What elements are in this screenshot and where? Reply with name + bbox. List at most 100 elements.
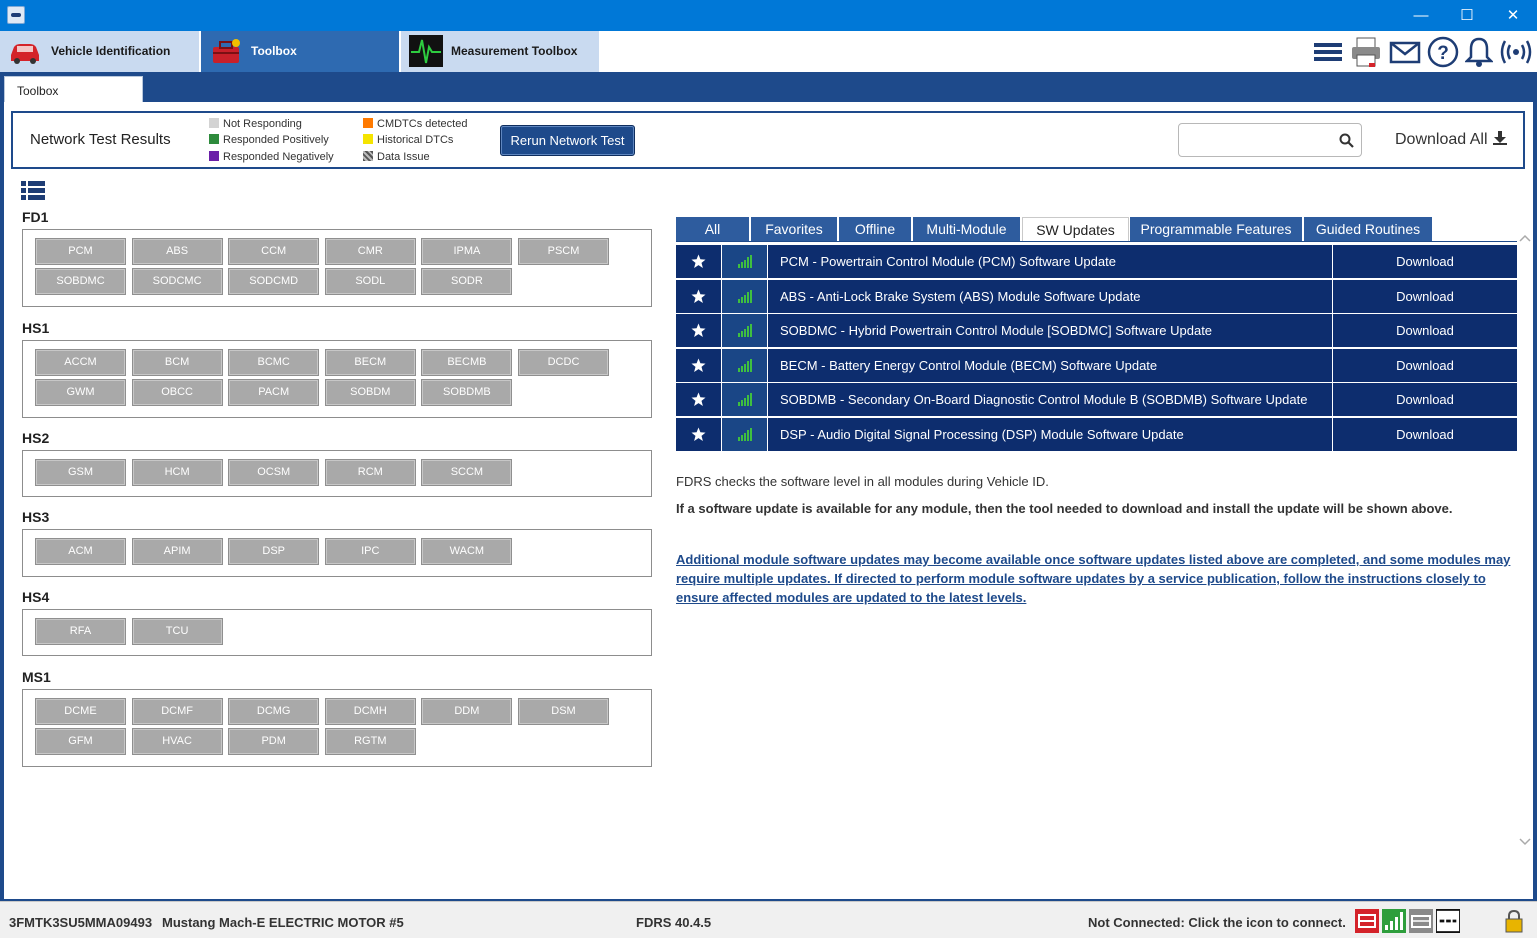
module-button-acm[interactable]: ACM	[35, 538, 126, 565]
module-button-sodcmc[interactable]: SODCMC	[131, 268, 223, 295]
update-name[interactable]: ABS - Anti-Lock Brake System (ABS) Modul…	[768, 279, 1332, 313]
module-button-gsm[interactable]: GSM	[35, 459, 126, 486]
rerun-network-test-button[interactable]: Rerun Network Test	[500, 125, 635, 156]
module-button-dsp[interactable]: DSP	[228, 538, 320, 565]
module-button-obcc[interactable]: OBCC	[131, 379, 223, 406]
module-button-sodl[interactable]: SODL	[324, 268, 416, 295]
favorite-star-button[interactable]	[676, 383, 721, 417]
update-name[interactable]: SOBDMC - Hybrid Powertrain Control Modul…	[768, 314, 1332, 348]
module-button-rcm[interactable]: RCM	[324, 459, 416, 486]
tab-programmable-features[interactable]: Programmable Features	[1130, 217, 1303, 241]
module-button-ipma[interactable]: IPMA	[421, 238, 513, 265]
menu-icon[interactable]	[1313, 35, 1343, 69]
download-button[interactable]: Download	[1333, 245, 1517, 278]
vci-disconnected-icon[interactable]	[1355, 909, 1379, 933]
module-button-dcmg[interactable]: DCMG	[228, 698, 320, 725]
module-button-pcm[interactable]: PCM	[35, 238, 126, 265]
module-button-sobdm[interactable]: SOBDM	[324, 379, 416, 406]
module-button-gwm[interactable]: GWM	[35, 379, 126, 406]
signal-icon[interactable]	[1382, 909, 1406, 933]
module-button-abs[interactable]: ABS	[131, 238, 223, 265]
module-button-wacm[interactable]: WACM	[421, 538, 513, 565]
scroll-down-icon[interactable]	[1518, 836, 1532, 848]
subtab-toolbox[interactable]: Toolbox	[4, 76, 143, 102]
favorite-star-button[interactable]	[676, 348, 721, 382]
module-button-gfm[interactable]: GFM	[35, 728, 126, 755]
list-view-icon[interactable]	[21, 181, 45, 201]
module-button-hcm[interactable]: HCM	[131, 459, 223, 486]
module-button-becm[interactable]: BECM	[324, 349, 416, 376]
close-button[interactable]: ✕	[1490, 0, 1536, 31]
module-button-dcdc[interactable]: DCDC	[518, 349, 609, 376]
module-button-dsm[interactable]: DSM	[518, 698, 609, 725]
search-input[interactable]	[1185, 130, 1333, 150]
tab-measurement-toolbox[interactable]: Measurement Toolbox	[401, 31, 600, 72]
lock-icon[interactable]	[1503, 909, 1525, 933]
update-name[interactable]: BECM - Battery Energy Control Module (BE…	[768, 348, 1332, 382]
module-button-pdm[interactable]: PDM	[228, 728, 320, 755]
legend-not-responding: Not Responding	[209, 118, 302, 130]
update-name[interactable]: DSP - Audio Digital Signal Processing (D…	[768, 418, 1332, 451]
help-icon[interactable]: ?	[1427, 35, 1459, 69]
download-all-button[interactable]: Download All	[1395, 130, 1508, 149]
module-button-becmb[interactable]: BECMB	[421, 349, 513, 376]
maximize-button[interactable]: ☐	[1444, 0, 1490, 31]
module-button-dcme[interactable]: DCME	[35, 698, 126, 725]
update-name[interactable]: PCM - Powertrain Control Module (PCM) So…	[768, 245, 1332, 278]
tab-all[interactable]: All	[676, 217, 750, 241]
module-button-apim[interactable]: APIM	[131, 538, 223, 565]
group-box-hs3: ACM APIM DSP IPC WACM	[22, 529, 652, 577]
module-button-cmr[interactable]: CMR	[324, 238, 416, 265]
tab-vehicle-identification[interactable]: Vehicle Identification	[0, 31, 200, 72]
favorite-star-button[interactable]	[676, 418, 721, 451]
tab-multi-module[interactable]: Multi-Module	[913, 217, 1021, 241]
module-button-hvac[interactable]: HVAC	[131, 728, 223, 755]
module-button-bcm[interactable]: BCM	[131, 349, 223, 376]
module-button-bcmc[interactable]: BCMC	[228, 349, 320, 376]
battery-icon[interactable]	[1409, 909, 1433, 933]
module-button-dcmf[interactable]: DCMF	[131, 698, 223, 725]
minimize-button[interactable]: —	[1398, 0, 1444, 31]
info-link[interactable]: Additional module software updates may b…	[676, 550, 1526, 607]
printer-icon[interactable]	[1349, 35, 1383, 69]
signal-cell	[722, 348, 767, 382]
scroll-up-icon[interactable]	[1518, 232, 1532, 244]
module-button-sodcmd[interactable]: SODCMD	[228, 268, 320, 295]
vehicle-text: Mustang Mach-E ELECTRIC MOTOR #5	[162, 915, 404, 930]
tab-guided-routines[interactable]: Guided Routines	[1304, 217, 1433, 241]
download-button[interactable]: Download	[1333, 383, 1517, 417]
module-button-ocsm[interactable]: OCSM	[228, 459, 320, 486]
module-button-tcu[interactable]: TCU	[131, 618, 223, 645]
wireless-icon[interactable]	[1498, 35, 1534, 69]
tab-favorites[interactable]: Favorites	[751, 217, 838, 241]
download-button[interactable]: Download	[1333, 348, 1517, 382]
module-button-accm[interactable]: ACCM	[35, 349, 126, 376]
favorite-star-button[interactable]	[676, 279, 721, 313]
favorite-star-button[interactable]	[676, 314, 721, 348]
signal-strength-icon	[738, 393, 752, 407]
bell-icon[interactable]	[1465, 35, 1493, 69]
module-button-sobdmb[interactable]: SOBDMB	[421, 379, 513, 406]
favorite-star-button[interactable]	[676, 245, 721, 278]
module-button-ipc[interactable]: IPC	[324, 538, 416, 565]
tab-toolbox[interactable]: Toolbox	[201, 31, 400, 72]
module-button-pscm[interactable]: PSCM	[518, 238, 609, 265]
dash-icon[interactable]	[1436, 909, 1460, 933]
tab-offline[interactable]: Offline	[839, 217, 912, 241]
module-button-ddm[interactable]: DDM	[421, 698, 513, 725]
module-button-rfa[interactable]: RFA	[35, 618, 126, 645]
module-button-dcmh[interactable]: DCMH	[324, 698, 416, 725]
module-button-rgtm[interactable]: RGTM	[324, 728, 416, 755]
tab-sw-updates[interactable]: SW Updates	[1022, 217, 1129, 241]
download-button[interactable]: Download	[1333, 279, 1517, 313]
update-name[interactable]: SOBDMB - Secondary On-Board Diagnostic C…	[768, 383, 1332, 417]
search-icon[interactable]	[1339, 133, 1354, 148]
module-button-ccm[interactable]: CCM	[228, 238, 320, 265]
module-button-pacm[interactable]: PACM	[228, 379, 320, 406]
download-button[interactable]: Download	[1333, 314, 1517, 348]
module-button-sobdmc[interactable]: SOBDMC	[35, 268, 126, 295]
mail-icon[interactable]	[1389, 35, 1421, 69]
module-button-sccm[interactable]: SCCM	[421, 459, 513, 486]
download-button[interactable]: Download	[1333, 418, 1517, 451]
module-button-sodr[interactable]: SODR	[421, 268, 513, 295]
